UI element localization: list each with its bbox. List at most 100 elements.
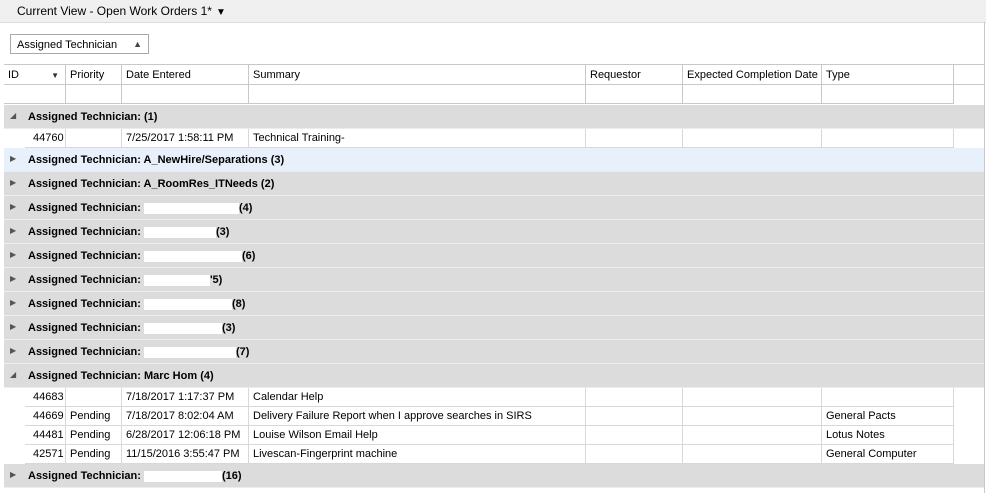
cell-summary[interactable]: Livescan-Fingerprint machine (249, 445, 586, 464)
group-row[interactable]: ▶ Assigned Technician: A_NewHire/Separati… (4, 148, 984, 172)
group-row[interactable]: ▶ Assigned Technician: (3) (4, 316, 984, 340)
cell-priority[interactable]: Pending (66, 445, 122, 464)
group-row[interactable]: ▶ Assigned Technician: (3) (4, 220, 984, 244)
sort-ascending-icon[interactable]: ▲ (133, 39, 142, 49)
group-caption: Assigned Technician: Marc Hom (4) (28, 370, 214, 382)
cell-id[interactable]: 44669 (25, 407, 66, 426)
column-header-summary[interactable]: Summary (249, 65, 586, 85)
cell-date[interactable]: 11/15/2016 3:55:47 PM (122, 445, 249, 464)
cell-type[interactable] (822, 129, 954, 148)
filter-cell-expected-completion[interactable] (683, 85, 822, 104)
expand-icon[interactable]: ▶ (10, 154, 16, 163)
group-row[interactable]: ▶ Assigned Technician: (16) (4, 464, 984, 488)
collapse-icon[interactable]: ◢ (10, 370, 16, 379)
group-by-chip[interactable]: Assigned Technician ▲ (10, 34, 149, 54)
table-row[interactable]: 42571 Pending 11/15/2016 3:55:47 PM Livesca… (25, 445, 954, 464)
current-view-title[interactable]: Current View - Open Work Orders 1* ▼ (17, 4, 226, 18)
group-row[interactable]: ▶ Assigned Technician: (6) (4, 244, 984, 268)
expand-icon[interactable]: ▶ (10, 322, 16, 331)
column-header-type[interactable]: Type (822, 65, 954, 85)
cell-summary[interactable]: Technical Training- (249, 129, 586, 148)
expand-icon[interactable]: ▶ (10, 178, 16, 187)
cell-type[interactable] (822, 388, 954, 407)
filter-row (4, 85, 954, 104)
cell-summary[interactable]: Calendar Help (249, 388, 586, 407)
expand-icon[interactable]: ▶ (10, 274, 16, 283)
cell-date[interactable]: 7/18/2017 1:17:37 PM (122, 388, 249, 407)
expand-icon[interactable]: ▶ (10, 250, 16, 259)
group-technician-name: A_RoomRes_ITNeeds (143, 178, 258, 190)
table-row[interactable]: 44760 7/25/2017 1:58:11 PM Technical Train… (25, 129, 954, 148)
column-header-date-entered[interactable]: Date Entered (122, 65, 249, 85)
cell-summary[interactable]: Delivery Failure Report when I approve s… (249, 407, 586, 426)
cell-type[interactable]: Lotus Notes (822, 426, 954, 445)
redacted-name (143, 250, 242, 262)
group-row[interactable]: ▶ Assigned Technician: '5) (4, 268, 984, 292)
view-title-bar[interactable]: Current View - Open Work Orders 1* ▼ (0, 0, 986, 23)
filter-dropdown-icon[interactable]: ▼ (51, 71, 59, 80)
column-header-label: Date Entered (126, 69, 191, 81)
view-dropdown-icon[interactable]: ▼ (216, 7, 226, 18)
filter-cell-priority[interactable] (66, 85, 122, 104)
table-row[interactable]: 44683 7/18/2017 1:17:37 PM Calendar Help (25, 388, 954, 407)
filter-cell-summary[interactable] (249, 85, 586, 104)
expand-icon[interactable]: ▶ (10, 226, 16, 235)
cell-id[interactable]: 44760 (25, 129, 66, 148)
column-header-label: Expected Completion Date (687, 69, 818, 81)
column-header-priority[interactable]: Priority (66, 65, 122, 85)
group-row[interactable]: ▶ Assigned Technician: A_RoomRes_ITNeeds … (4, 172, 984, 196)
group-row[interactable]: ◢ Assigned Technician: (1) (4, 105, 984, 129)
table-row[interactable]: 44481 Pending 6/28/2017 12:06:18 PM Louise … (25, 426, 954, 445)
cell-id[interactable]: 42571 (25, 445, 66, 464)
cell-ecd[interactable] (683, 388, 822, 407)
group-row[interactable]: ▶ Assigned Technician: (7) (4, 340, 984, 364)
expand-icon[interactable]: ▶ (10, 470, 16, 479)
cell-priority[interactable] (66, 129, 122, 148)
cell-ecd[interactable] (683, 407, 822, 426)
column-header-label: ID (8, 69, 19, 81)
cell-id[interactable]: 44481 (25, 426, 66, 445)
group-label: Assigned Technician: (28, 250, 141, 262)
cell-requestor[interactable] (586, 388, 683, 407)
cell-ecd[interactable] (683, 445, 822, 464)
cell-ecd[interactable] (683, 129, 822, 148)
column-header-label: Type (826, 69, 850, 81)
group-caption: Assigned Technician: (6) (28, 250, 255, 262)
cell-date[interactable]: 6/28/2017 12:06:18 PM (122, 426, 249, 445)
group-row[interactable]: ▶ Assigned Technician: (4) (4, 196, 984, 220)
cell-requestor[interactable] (586, 426, 683, 445)
expand-icon[interactable]: ▶ (10, 298, 16, 307)
expand-icon[interactable]: ▶ (10, 346, 16, 355)
cell-id[interactable]: 44683 (25, 388, 66, 407)
cell-priority[interactable] (66, 388, 122, 407)
column-header-requestor[interactable]: Requestor (586, 65, 683, 85)
table-row[interactable]: 44669 Pending 7/18/2017 8:02:04 AM Delivery… (25, 407, 954, 426)
expand-icon[interactable]: ▶ (10, 202, 16, 211)
cell-requestor[interactable] (586, 129, 683, 148)
group-technician-name: A_NewHire/Separations (143, 154, 268, 166)
cell-summary[interactable]: Louise Wilson Email Help (249, 426, 586, 445)
cell-priority[interactable]: Pending (66, 407, 122, 426)
group-count: (3) (270, 154, 285, 166)
cell-ecd[interactable] (683, 426, 822, 445)
group-row[interactable]: ▶ Assigned Technician: (8) (4, 292, 984, 316)
group-caption: Assigned Technician: (8) (28, 298, 245, 310)
cell-date[interactable]: 7/18/2017 8:02:04 AM (122, 407, 249, 426)
column-header-id[interactable]: ID ▼ (4, 65, 66, 85)
cell-date[interactable]: 7/25/2017 1:58:11 PM (122, 129, 249, 148)
filter-cell-requestor[interactable] (586, 85, 683, 104)
filter-cell-id[interactable] (4, 85, 66, 104)
cell-requestor[interactable] (586, 445, 683, 464)
group-row[interactable]: ◢ Assigned Technician: Marc Hom (4) (4, 364, 984, 388)
group-label: Assigned Technician: (28, 470, 141, 482)
group-by-label: Assigned Technician (17, 39, 118, 51)
cell-type[interactable]: General Pacts (822, 407, 954, 426)
cell-type[interactable]: General Computer (822, 445, 954, 464)
filter-cell-date-entered[interactable] (122, 85, 249, 104)
collapse-icon[interactable]: ◢ (10, 111, 16, 120)
filter-cell-type[interactable] (822, 85, 954, 104)
group-label: Assigned Technician: (28, 346, 141, 358)
cell-priority[interactable]: Pending (66, 426, 122, 445)
column-header-expected-completion[interactable]: Expected Completion Date (683, 65, 822, 85)
cell-requestor[interactable] (586, 407, 683, 426)
